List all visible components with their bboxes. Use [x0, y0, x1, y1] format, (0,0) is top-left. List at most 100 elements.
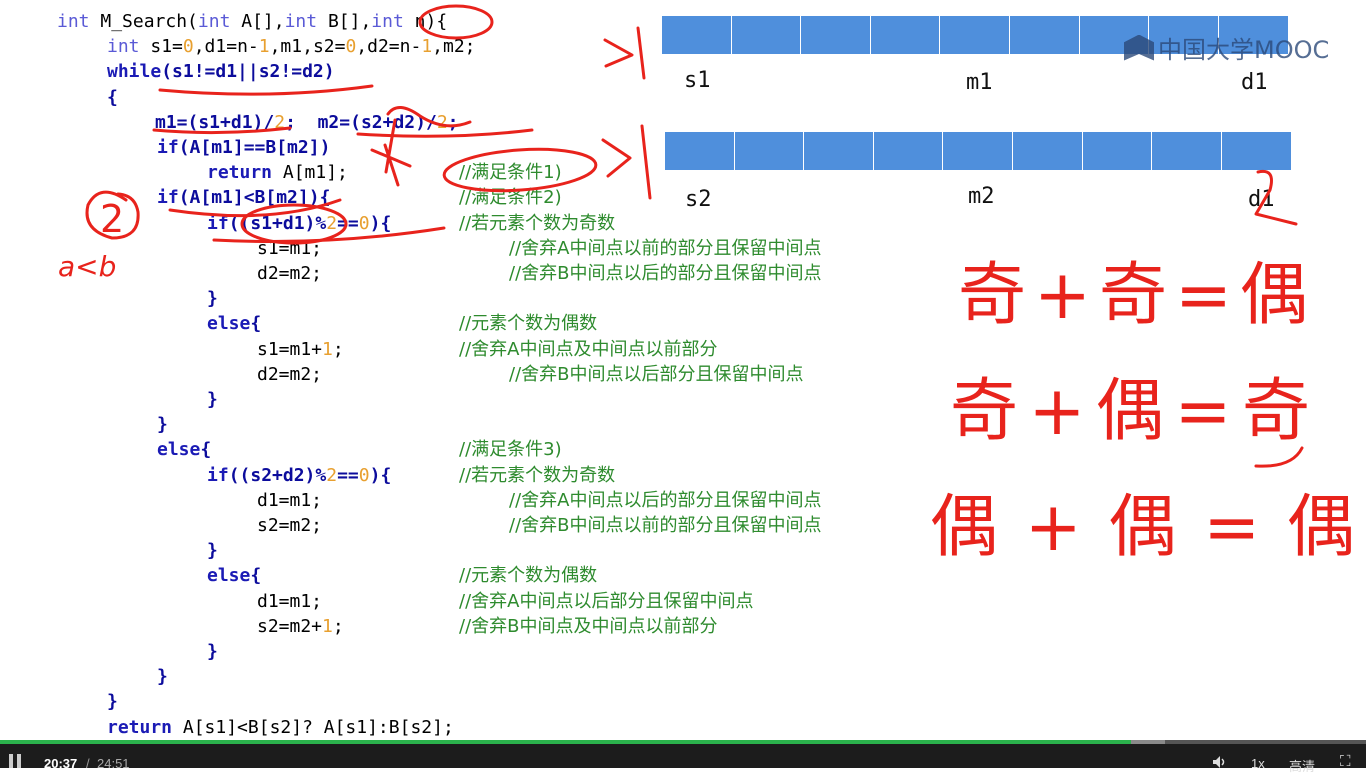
code-comment: //舍弃A中间点以前的部分且保留中间点: [509, 237, 822, 259]
code-token: return: [207, 162, 273, 184]
code-line: m1=(s1+d1)/2; m2=(s2+d2)/2;: [155, 110, 459, 135]
code-line: else{: [157, 437, 211, 462]
code-comment: //舍弃B中间点以后的部分且保留中间点: [509, 263, 822, 284]
code-comment: //若元素个数为奇数: [459, 212, 616, 234]
array-b-label-s2: s2: [685, 187, 712, 212]
code-token: ){: [369, 464, 392, 486]
code-token: 2: [436, 111, 448, 133]
array-cell: [943, 132, 1013, 170]
code-token: {: [250, 565, 262, 587]
mooc-watermark: 中国大学MOOC: [1124, 30, 1329, 65]
code-token: if: [207, 464, 229, 486]
arrow-b: [601, 124, 652, 200]
code-token: (A[m1]<B[m2]){: [178, 187, 331, 209]
code-token: }: [157, 666, 168, 688]
code-comment: //舍弃A中间点以后的部分且保留中间点: [509, 489, 822, 511]
code-comment: //舍弃B中间点以后部分且保留中间点: [509, 363, 804, 385]
code-token: else: [157, 439, 201, 461]
code-line: int s1=0,d1=n-1,m1,s2=0,d2=n-1,m2;: [107, 34, 476, 59]
code-line: }: [207, 639, 218, 664]
array-cell: [1152, 132, 1222, 170]
array-b-diagram: [665, 132, 1292, 170]
code-token: 0: [182, 36, 194, 58]
code-token: int: [284, 11, 318, 32]
code-line: return A[m1];: [207, 160, 348, 185]
lecture-slide: int M_Search(int A[],int B[],int n){int …: [0, 0, 1366, 742]
code-token: int: [197, 11, 231, 32]
underline-while: [158, 84, 374, 96]
array-b-label-d1: d1: [1248, 187, 1275, 212]
code-token: A[s1]<B[s2]? A[s1]:B[s2];: [172, 716, 454, 738]
code-token: int: [107, 36, 140, 58]
code-line: s1=m1+1;: [257, 337, 344, 362]
code-line: else{: [207, 311, 261, 336]
array-b-label-m2: m2: [968, 184, 995, 209]
code-token: ;: [447, 111, 459, 133]
code-token: m2=(s2+d2)/: [317, 111, 437, 133]
code-line: }: [207, 286, 218, 311]
code-token: (A[m1]==B[m2]): [178, 137, 331, 158]
total-time: 24:51: [97, 756, 130, 771]
code-comment: //舍弃A中间点以后部分且保留中间点: [459, 590, 754, 612]
code-comment: //舍弃B中间点及中间点以前部分: [459, 615, 718, 637]
code-line: s2=m2+1;: [257, 614, 344, 639]
rule-odd-even: 奇+偶=奇: [950, 372, 1310, 451]
current-time: 20:37: [44, 756, 78, 771]
code-line: int M_Search(int A[],int B[],int n){: [57, 9, 447, 34]
array-cell: [734, 132, 805, 170]
progress-track[interactable]: [0, 740, 1366, 744]
code-line: if(A[m1]==B[m2]): [157, 135, 330, 160]
code-token: }: [207, 288, 218, 310]
volume-icon[interactable]: [1211, 754, 1227, 773]
speed-button[interactable]: 1x: [1251, 756, 1265, 771]
code-token: }: [207, 389, 218, 410]
code-token: {: [107, 86, 118, 108]
code-comment: //元素个数为偶数: [459, 313, 598, 335]
fullscreen-icon[interactable]: ⛶: [1340, 753, 1351, 770]
code-token: 0: [345, 36, 357, 58]
code-comment: //舍弃B中间点以前的部分且保留中间点: [509, 515, 822, 536]
pause-icon[interactable]: [9, 754, 23, 768]
code-line: d1=m1;: [257, 589, 322, 614]
condition-a-lt-b: a<b: [58, 250, 116, 283]
code-line: s1=m1;: [257, 236, 322, 261]
code-token: if: [207, 212, 229, 234]
quality-button[interactable]: 高清: [1289, 756, 1315, 775]
progress-played[interactable]: [0, 740, 1132, 744]
code-token: ((s1+d1)%: [228, 212, 327, 234]
code-token: ,d2=n-: [356, 36, 422, 58]
code-token: A[],: [230, 11, 285, 32]
code-line: d1=m1;: [257, 488, 322, 513]
code-token: ;: [332, 615, 344, 637]
code-token: s1=: [139, 36, 183, 58]
code-line: {: [107, 85, 118, 110]
code-line: s2=m2;: [257, 513, 322, 538]
code-line: while(s1!=d1||s2!=d2): [107, 59, 335, 84]
code-comment: //若元素个数为奇数: [459, 464, 616, 486]
code-token: s1=m1;: [257, 237, 323, 259]
array-cell: [665, 132, 735, 170]
code-line: }: [157, 412, 168, 437]
code-line: d2=m2;: [257, 362, 322, 387]
code-token: ;: [332, 338, 344, 360]
array-cell: [1082, 132, 1153, 170]
code-token: ,m1,s2=: [269, 36, 346, 58]
code-token: ,m2;: [432, 36, 476, 58]
code-token: int: [371, 11, 404, 32]
array-cell: [804, 132, 874, 170]
code-token: d1=m1;: [257, 590, 323, 612]
code-token: 2: [326, 212, 338, 234]
code-line: return A[s1]<B[s2]? A[s1]:B[s2];: [107, 715, 454, 740]
array-cell: [731, 16, 802, 54]
code-line: d2=m2;: [257, 261, 322, 286]
array-cell: [801, 16, 871, 54]
code-token: n){: [403, 11, 448, 32]
code-token: s2=m2;: [257, 515, 323, 536]
code-comment: //舍弃A中间点及中间点以前部分: [459, 338, 718, 360]
code-token: ;: [285, 111, 296, 133]
squiggle-under-rules: [1254, 446, 1304, 468]
code-token: A[m1];: [272, 162, 348, 184]
code-line: if(A[m1]<B[m2]){: [157, 185, 330, 210]
code-token: {: [250, 313, 262, 335]
